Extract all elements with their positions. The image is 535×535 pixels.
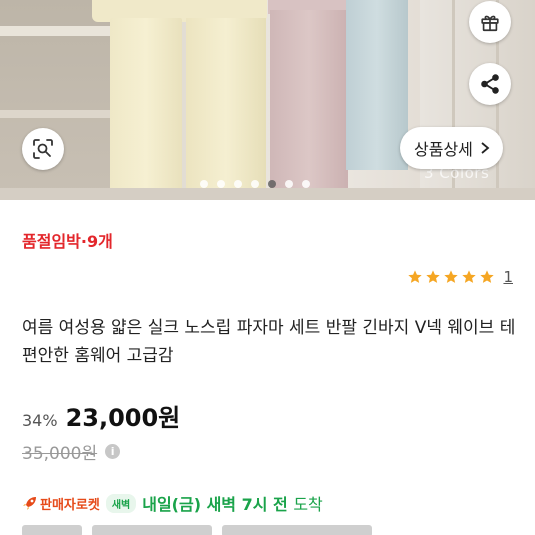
garment-pink-pants xyxy=(270,10,348,190)
gift-button[interactable] xyxy=(469,1,511,43)
star-icon xyxy=(408,270,423,283)
carousel-dot[interactable] xyxy=(217,180,225,188)
carousel-dot[interactable] xyxy=(285,180,293,188)
image-search-icon xyxy=(33,139,53,159)
stock-warning-label: 품절임박 xyxy=(22,232,81,251)
star-icon xyxy=(444,270,459,283)
star-icon xyxy=(426,270,441,283)
star-icon xyxy=(480,270,495,283)
garment-cream-pants-right xyxy=(186,18,266,200)
garment-blue-pants xyxy=(346,0,408,170)
stock-warning: 품절임박·9개 xyxy=(22,228,113,252)
carousel-dot[interactable] xyxy=(268,180,276,188)
dawn-delivery-badge: 새벽 xyxy=(105,493,137,513)
share-button[interactable] xyxy=(469,63,511,105)
seller-rocket-text: 판매자로켓 xyxy=(40,497,100,513)
next-section-peek xyxy=(22,525,422,535)
stock-count: 9개 xyxy=(86,232,113,251)
product-detail-label: 상품상세 xyxy=(414,140,473,159)
arrival-date: 내일(금) 새벽 7시 전 xyxy=(142,495,288,514)
review-count-link[interactable]: 1 xyxy=(503,268,513,286)
carousel-dot[interactable] xyxy=(200,180,208,188)
carousel-dot[interactable] xyxy=(302,180,310,188)
arrival-suffix: 도착 xyxy=(293,495,323,514)
rating[interactable]: 1 xyxy=(407,268,513,286)
gift-icon xyxy=(481,15,499,32)
arrival-estimate: 내일(금) 새벽 7시 전 도착 xyxy=(142,491,323,515)
cut-off-text xyxy=(92,525,212,535)
share-icon xyxy=(481,74,499,94)
seller-rocket-label: 판매자로켓 xyxy=(22,494,100,513)
original-price: 35,000원 xyxy=(22,444,98,464)
chevron-right-icon xyxy=(481,142,490,154)
cut-off-text xyxy=(22,525,82,535)
original-price-row: 35,000원 i xyxy=(22,439,121,464)
background-shelf xyxy=(0,26,110,36)
cut-off-text xyxy=(222,525,372,535)
star-icon xyxy=(462,270,477,283)
price-row: 34% 23,000원 xyxy=(22,398,180,433)
carousel-dot[interactable] xyxy=(251,180,259,188)
carousel-dot[interactable] xyxy=(234,180,242,188)
background-floor xyxy=(0,188,535,200)
garment-cream-pants-left xyxy=(110,18,182,200)
carousel-indicator xyxy=(200,180,310,188)
image-search-button[interactable] xyxy=(22,128,64,170)
product-image-carousel[interactable]: 3 Colors xyxy=(0,0,535,200)
product-detail-button[interactable]: 상품상세 xyxy=(400,127,503,169)
rocket-icon xyxy=(23,497,36,510)
info-icon[interactable]: i xyxy=(105,444,121,459)
sale-price: 23,000원 xyxy=(65,404,181,432)
delivery-info: 판매자로켓 새벽 내일(금) 새벽 7시 전 도착 xyxy=(22,491,323,515)
background-shelf xyxy=(0,110,110,118)
discount-rate: 34% xyxy=(22,411,58,430)
product-title: 여름 여성용 얇은 실크 노스립 파자마 세트 반팔 긴바지 V넥 웨이브 테 … xyxy=(22,318,516,366)
